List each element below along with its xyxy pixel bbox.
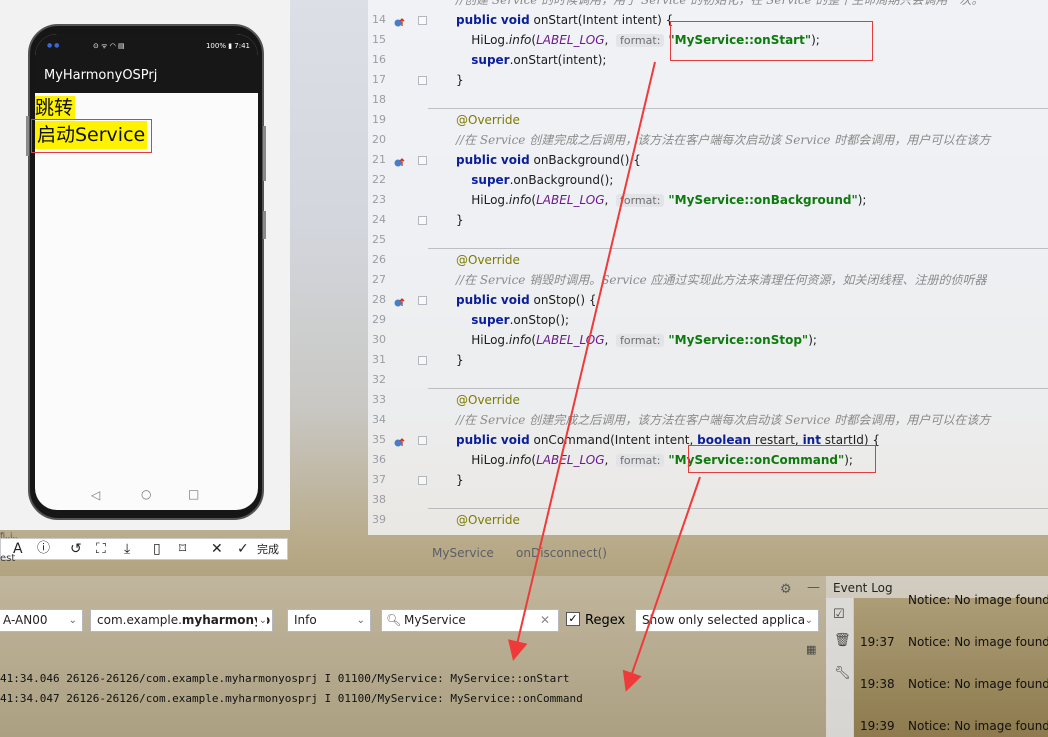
arrow-oncommand — [622, 476, 701, 692]
arrow-onstart — [507, 61, 656, 661]
annotation-arrows — [507, 61, 701, 692]
